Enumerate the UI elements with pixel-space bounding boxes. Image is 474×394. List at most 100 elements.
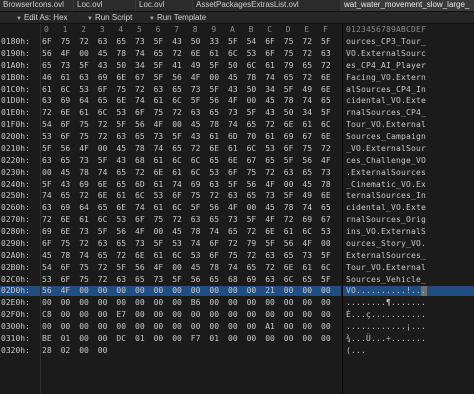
file-tab[interactable]: BrowserIcons.ovl: [0, 0, 74, 11]
hex-byte[interactable]: 56: [302, 155, 316, 166]
hex-byte[interactable]: 73: [79, 155, 93, 166]
hex-byte[interactable]: 00: [172, 321, 186, 332]
hex-byte[interactable]: 50: [247, 84, 261, 95]
hex-byte[interactable]: 73: [135, 36, 149, 47]
hex-byte[interactable]: 65: [172, 84, 186, 95]
hex-byte[interactable]: 74: [135, 48, 149, 59]
hex-byte[interactable]: 00: [302, 297, 316, 308]
hex-byte[interactable]: 5F: [172, 274, 186, 285]
hex-byte[interactable]: 4F: [228, 95, 242, 106]
hex-byte[interactable]: 75: [247, 167, 261, 178]
hex-byte[interactable]: 6E: [321, 190, 335, 201]
hex-byte[interactable]: 65: [172, 143, 186, 154]
hex-pane[interactable]: 0 1 2 3 4 5 6 7 8 9 A B C D E F 0180h: 6F 75 72 63 65 73 5F 43 50…: [0, 24, 341, 394]
hex-byte[interactable]: 61: [79, 214, 93, 225]
hex-byte[interactable]: 00: [172, 309, 186, 320]
hex-byte[interactable]: 4F: [321, 155, 335, 166]
hex-byte[interactable]: 61: [302, 119, 316, 130]
hex-byte[interactable]: 6E: [321, 84, 335, 95]
hex-byte[interactable]: 69: [284, 131, 298, 142]
hex-byte[interactable]: 00: [154, 333, 168, 344]
hex-byte[interactable]: 00: [135, 321, 149, 332]
hex-byte[interactable]: 00: [98, 345, 112, 356]
hex-byte[interactable]: 63: [228, 190, 242, 201]
hex-byte[interactable]: 69: [247, 274, 261, 285]
hex-byte[interactable]: 79: [247, 238, 261, 249]
hex-byte[interactable]: 00: [284, 321, 298, 332]
hex-byte[interactable]: 00: [191, 285, 205, 296]
hex-byte[interactable]: 00: [302, 321, 316, 332]
hex-byte[interactable]: 65: [321, 202, 335, 213]
hex-byte[interactable]: 5F: [191, 202, 205, 213]
hex-byte[interactable]: 65: [302, 274, 316, 285]
hex-byte[interactable]: 6E: [321, 72, 335, 83]
hex-byte[interactable]: 63: [79, 72, 93, 83]
hex-byte[interactable]: 73: [79, 226, 93, 237]
hex-byte[interactable]: 5F: [79, 60, 93, 71]
hex-byte[interactable]: F7: [191, 333, 205, 344]
hex-byte[interactable]: 00: [98, 333, 112, 344]
hex-byte[interactable]: 00: [321, 333, 335, 344]
hex-byte[interactable]: 67: [135, 72, 149, 83]
hex-byte[interactable]: 50: [284, 107, 298, 118]
hex-byte[interactable]: 65: [154, 48, 168, 59]
hex-byte[interactable]: 75: [284, 48, 298, 59]
hex-byte[interactable]: 21: [265, 285, 279, 296]
hex-byte[interactable]: 72: [191, 143, 205, 154]
hex-byte[interactable]: 6D: [135, 179, 149, 190]
hex-byte[interactable]: 5F: [116, 262, 130, 273]
hex-byte[interactable]: 72: [302, 72, 316, 83]
hex-byte[interactable]: 00: [247, 309, 261, 320]
hex-byte[interactable]: 6F: [42, 238, 56, 249]
hex-byte[interactable]: 73: [191, 84, 205, 95]
hex-byte[interactable]: 72: [98, 131, 112, 142]
hex-byte[interactable]: 74: [209, 226, 223, 237]
hex-byte[interactable]: 56: [284, 238, 298, 249]
hex-byte[interactable]: 5F: [284, 190, 298, 201]
hex-byte[interactable]: 63: [265, 274, 279, 285]
text-pane[interactable]: 0123456789ABCDEF ources_CP3_Tour_ VO.Exter…: [342, 24, 474, 394]
hex-byte[interactable]: 6E: [61, 214, 75, 225]
hex-byte[interactable]: 53: [191, 250, 205, 261]
hex-byte[interactable]: 01: [209, 333, 223, 344]
hex-byte[interactable]: 56: [61, 143, 75, 154]
hex-byte[interactable]: 63: [321, 48, 335, 59]
hex-byte[interactable]: 5F: [154, 36, 168, 47]
hex-byte[interactable]: 45: [265, 202, 279, 213]
hex-byte[interactable]: 6C: [321, 262, 335, 273]
hex-byte[interactable]: 00: [42, 321, 56, 332]
hex-byte[interactable]: 65: [284, 250, 298, 261]
hex-byte[interactable]: 43: [228, 84, 242, 95]
hex-byte[interactable]: 75: [302, 143, 316, 154]
hex-byte[interactable]: 61: [265, 60, 279, 71]
file-tab[interactable]: AssetPackagesExtrasList.ovl: [193, 0, 341, 11]
hex-byte[interactable]: 5F: [42, 179, 56, 190]
hex-byte[interactable]: 74: [154, 143, 168, 154]
hex-byte[interactable]: 75: [154, 214, 168, 225]
hex-byte[interactable]: 63: [116, 274, 130, 285]
hex-byte[interactable]: 6C: [98, 107, 112, 118]
hex-byte[interactable]: 65: [42, 60, 56, 71]
hex-byte[interactable]: 4F: [79, 143, 93, 154]
hex-byte[interactable]: 54: [247, 36, 261, 47]
hex-byte[interactable]: 69: [42, 226, 56, 237]
hex-byte[interactable]: 75: [284, 36, 298, 47]
hex-byte[interactable]: 79: [284, 60, 298, 71]
hex-byte[interactable]: 33: [209, 36, 223, 47]
hex-byte[interactable]: 72: [321, 143, 335, 154]
hex-byte[interactable]: 72: [42, 214, 56, 225]
file-tab[interactable]: Loc.ovl: [74, 0, 136, 11]
hex-byte[interactable]: 63: [42, 155, 56, 166]
hex-byte[interactable]: 74: [191, 238, 205, 249]
hex-byte[interactable]: 61: [154, 202, 168, 213]
hex-byte[interactable]: 45: [191, 119, 205, 130]
hex-byte[interactable]: 00: [247, 297, 261, 308]
hex-byte[interactable]: 00: [154, 321, 168, 332]
hex-byte[interactable]: 5F: [209, 60, 223, 71]
hex-byte[interactable]: 78: [135, 143, 149, 154]
hex-byte[interactable]: 6E: [321, 131, 335, 142]
hex-byte[interactable]: 41: [172, 60, 186, 71]
hex-byte[interactable]: 72: [284, 214, 298, 225]
hex-byte[interactable]: 65: [135, 274, 149, 285]
hex-byte[interactable]: 61: [154, 179, 168, 190]
